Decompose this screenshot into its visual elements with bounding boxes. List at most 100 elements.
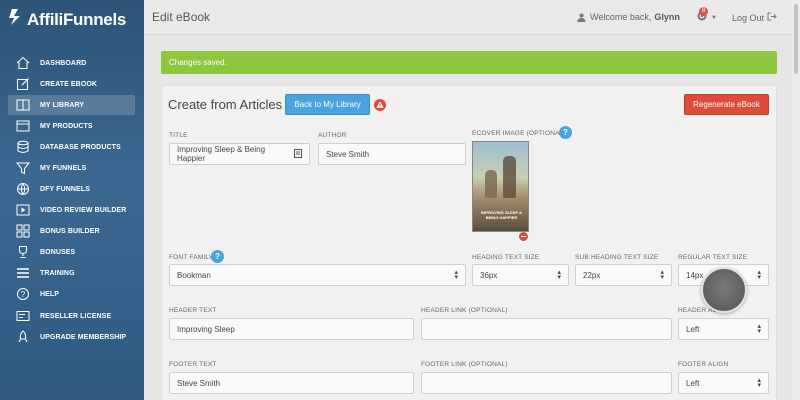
sidebar-item-training[interactable]: TRAINING <box>8 263 135 283</box>
heading-size-select[interactable]: 36px ▴ ▾ <box>472 264 569 286</box>
sidebar-item-my-library[interactable]: MY LIBRARY <box>8 95 135 115</box>
sidebar-item-label: DASHBOARD <box>40 59 87 67</box>
sidebar-item-video-review-builder[interactable]: VIDEO REVIEW BUILDER <box>8 200 135 220</box>
sidebar-item-my-products[interactable]: MY PRODUCTS <box>8 116 135 136</box>
footer-text-input[interactable]: Steve Smith <box>169 372 414 394</box>
header-text-value: Improving Sleep <box>177 324 235 334</box>
header-align-select[interactable]: Left ▴ ▾ <box>678 318 769 340</box>
logout-icon <box>764 12 777 23</box>
sidebar-item-bonus-builder[interactable]: BONUS BUILDER <box>8 221 135 241</box>
user-icon <box>577 13 586 22</box>
ecover-label: ECOVER IMAGE (OPTIONAL) <box>472 130 566 137</box>
sidebar-item-label: MY LIBRARY <box>40 101 85 109</box>
database-icon <box>15 139 31 155</box>
book-icon <box>15 97 31 113</box>
select-arrows-icon: ▴ ▾ <box>757 269 761 281</box>
sidebar-item-help[interactable]: ? HELP <box>8 284 135 304</box>
caret-down-icon: ▼ <box>711 15 717 21</box>
back-to-library-button[interactable]: Back to My Library <box>285 94 370 115</box>
author-label: AUTHOR <box>318 132 347 139</box>
rocket-icon <box>15 329 31 345</box>
author-input[interactable]: Steve Smith <box>318 143 466 165</box>
welcome-prefix: Welcome back, <box>590 12 652 22</box>
cover-figure-child <box>485 170 497 198</box>
top-bar: Edit eBook Welcome back, Glynn 8 ▼ Log O… <box>144 0 792 35</box>
sidebar-item-database-products[interactable]: DATABASE PRODUCTS <box>8 137 135 157</box>
help-icon: ? <box>15 286 31 302</box>
footer-text-value: Steve Smith <box>177 378 221 388</box>
sidebar-item-label: RESELLER LICENSE <box>40 312 112 320</box>
regular-size-label: REGULAR TEXT SIZE <box>678 254 748 261</box>
notifications-dropdown[interactable]: 8 ▼ <box>696 7 720 26</box>
footer-link-input[interactable] <box>421 372 672 394</box>
subheading-size-label: SUB HEADING TEXT SIZE <box>575 254 659 261</box>
trophy-icon <box>15 244 31 260</box>
notification-badge: 8 <box>699 7 708 16</box>
sidebar-item-label: VIDEO REVIEW BUILDER <box>40 206 127 214</box>
sidebar: AffiliFunnels DASHBOARD CREATE EBOOK MY … <box>0 0 144 400</box>
home-icon <box>15 55 31 71</box>
header-align-value: Left <box>686 324 700 334</box>
font-family-label: FONT FAMILY <box>169 254 214 261</box>
video-icon <box>15 202 31 218</box>
remove-cover-icon[interactable] <box>519 232 528 241</box>
regular-size-value: 14px <box>686 270 704 280</box>
footer-align-select[interactable]: Left ▴ ▾ <box>678 372 769 394</box>
select-arrows-icon: ▴ ▾ <box>454 269 458 281</box>
touch-indicator <box>701 267 747 313</box>
regenerate-ebook-button[interactable]: Regenerate eBook <box>684 94 769 115</box>
select-arrows-icon: ▴ ▾ <box>660 269 664 281</box>
footer-link-label: FOOTER LINK (OPTIONAL) <box>421 361 508 368</box>
sidebar-item-my-funnels[interactable]: MY FUNNELS <box>8 158 135 178</box>
sidebar-item-label: CREATE EBOOK <box>40 80 98 88</box>
globe-icon <box>15 181 31 197</box>
title-label: TITLE <box>169 132 188 139</box>
title-input[interactable]: Improving Sleep & Being Happier <box>169 143 310 165</box>
sidebar-item-bonuses[interactable]: BONUSES <box>8 242 135 262</box>
subheading-size-select[interactable]: 22px ▴ ▾ <box>575 264 672 286</box>
sidebar-item-label: TRAINING <box>40 269 75 277</box>
grid-icon <box>15 223 31 239</box>
box-icon <box>15 118 31 134</box>
logout-link[interactable]: Log Out <box>732 12 777 23</box>
sidebar-item-reseller-license[interactable]: RESELLER LICENSE <box>8 306 135 326</box>
funnel-icon <box>15 160 31 176</box>
subheading-size-value: 22px <box>583 270 601 280</box>
sidebar-item-dashboard[interactable]: DASHBOARD <box>8 53 135 73</box>
cover-title: IMPROVING SLEEP & BEING HAPPIER <box>480 210 523 220</box>
font-family-select[interactable]: Bookman ▴ ▾ <box>169 264 466 286</box>
footer-align-value: Left <box>686 378 700 388</box>
heading-size-label: HEADING TEXT SIZE <box>472 254 540 261</box>
ecover-image[interactable]: IMPROVING SLEEP & BEING HAPPIER <box>472 141 529 232</box>
select-arrows-icon: ▴ ▾ <box>757 377 761 389</box>
edit-icon <box>15 76 31 92</box>
warning-icon[interactable] <box>374 98 386 111</box>
page-title: Edit eBook <box>152 10 211 24</box>
ebook-form-panel <box>161 85 777 400</box>
sidebar-item-label: DFY FUNNELS <box>40 185 90 193</box>
header-link-input[interactable] <box>421 318 672 340</box>
welcome-message[interactable]: Welcome back, Glynn <box>577 12 680 22</box>
sidebar-item-create-ebook[interactable]: CREATE EBOOK <box>8 74 135 94</box>
cover-figure-adult <box>503 156 516 198</box>
license-icon <box>15 308 31 324</box>
text-field-icon <box>294 148 302 160</box>
author-value: Steve Smith <box>326 149 370 159</box>
sidebar-item-upgrade-membership[interactable]: UPGRADE MEMBERSHIP <box>8 327 135 347</box>
list-icon <box>15 265 31 281</box>
page-scrollbar[interactable] <box>792 0 800 400</box>
sidebar-item-label: BONUS BUILDER <box>40 227 100 235</box>
sidebar-item-label: HELP <box>40 290 60 298</box>
footer-text-label: FOOTER TEXT <box>169 361 217 368</box>
scrollbar-thumb[interactable] <box>794 4 798 74</box>
sidebar-item-dfy-funnels[interactable]: DFY FUNNELS <box>8 179 135 199</box>
select-arrows-icon: ▴ ▾ <box>557 269 561 281</box>
ecover-help-icon[interactable]: ? <box>559 126 572 139</box>
sidebar-item-label: DATABASE PRODUCTS <box>40 143 121 151</box>
svg-text:?: ? <box>21 290 26 299</box>
font-family-help-icon[interactable]: ? <box>211 250 224 263</box>
sidebar-item-label: UPGRADE MEMBERSHIP <box>40 333 127 341</box>
logo-text: AffiliFunnels <box>27 9 127 29</box>
header-text-input[interactable]: Improving Sleep <box>169 318 414 340</box>
brand-logo[interactable]: AffiliFunnels <box>8 8 126 31</box>
